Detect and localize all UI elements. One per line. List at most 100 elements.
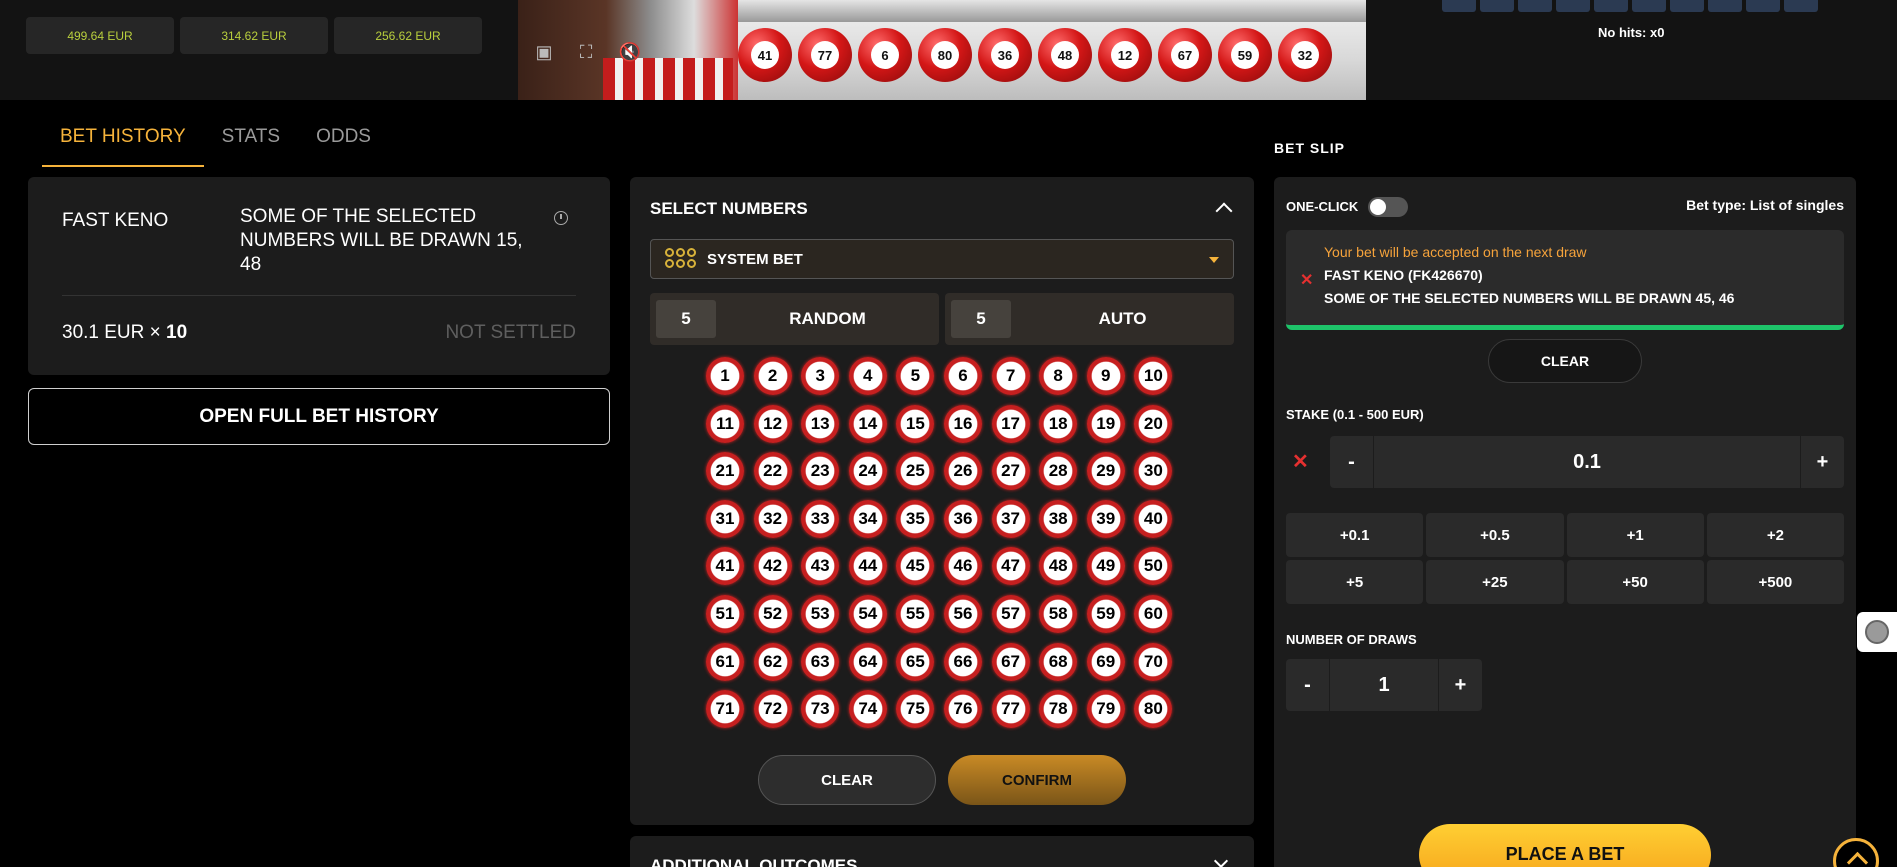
number-ball[interactable]: 71 bbox=[706, 690, 744, 729]
number-ball[interactable]: 39 bbox=[1086, 499, 1125, 538]
number-ball[interactable]: 75 bbox=[896, 690, 935, 729]
camera-switch-icon[interactable]: ▣ bbox=[532, 42, 556, 62]
quick-stake-button[interactable]: +2 bbox=[1706, 513, 1844, 557]
number-ball[interactable]: 67 bbox=[991, 642, 1030, 681]
clear-stake-icon[interactable]: ✕ bbox=[1292, 449, 1309, 474]
quick-stake-button[interactable]: +50 bbox=[1566, 560, 1704, 604]
number-ball[interactable]: 18 bbox=[1039, 404, 1078, 443]
number-ball[interactable]: 66 bbox=[943, 642, 982, 681]
stake-increase-button[interactable]: + bbox=[1800, 436, 1844, 488]
stake-input[interactable]: 0.1 bbox=[1374, 451, 1800, 474]
number-ball[interactable]: 22 bbox=[753, 452, 792, 491]
tab-bet-history[interactable]: BET HISTORY bbox=[42, 120, 204, 167]
number-ball[interactable]: 24 bbox=[848, 452, 887, 491]
number-ball[interactable]: 1 bbox=[706, 357, 744, 395]
number-ball[interactable]: 16 bbox=[943, 404, 982, 443]
number-ball[interactable]: 80 bbox=[1134, 690, 1173, 729]
number-ball[interactable]: 4 bbox=[848, 357, 887, 395]
random-button[interactable]: RANDOM bbox=[716, 309, 939, 329]
random-count[interactable]: 5 bbox=[656, 300, 716, 338]
number-ball[interactable]: 41 bbox=[706, 547, 744, 586]
number-ball[interactable]: 3 bbox=[801, 357, 840, 395]
number-ball[interactable]: 58 bbox=[1039, 594, 1078, 633]
stake-decrease-button[interactable]: - bbox=[1330, 436, 1374, 488]
chevron-up-icon[interactable] bbox=[1215, 202, 1233, 220]
auto-button[interactable]: AUTO bbox=[1011, 309, 1234, 329]
number-ball[interactable]: 70 bbox=[1134, 642, 1173, 681]
number-ball[interactable]: 2 bbox=[753, 357, 792, 395]
number-ball[interactable]: 11 bbox=[706, 404, 744, 443]
number-ball[interactable]: 20 bbox=[1134, 404, 1173, 443]
quick-stake-button[interactable]: +0.5 bbox=[1426, 513, 1564, 557]
chat-widget-icon[interactable] bbox=[1857, 612, 1897, 652]
number-ball[interactable]: 47 bbox=[991, 547, 1030, 586]
draws-input[interactable]: 1 bbox=[1330, 674, 1438, 697]
draws-increase-button[interactable]: + bbox=[1438, 659, 1482, 711]
number-ball[interactable]: 68 bbox=[1039, 642, 1078, 681]
number-ball[interactable]: 50 bbox=[1134, 547, 1173, 586]
number-ball[interactable]: 14 bbox=[848, 404, 887, 443]
clear-slip-button[interactable]: CLEAR bbox=[1488, 339, 1642, 383]
number-ball[interactable]: 72 bbox=[753, 690, 792, 729]
quick-stake-button[interactable]: +5 bbox=[1286, 560, 1424, 604]
quick-stake-button[interactable]: +25 bbox=[1426, 560, 1564, 604]
bet-mode-select[interactable]: SYSTEM BET bbox=[650, 239, 1234, 279]
number-ball[interactable]: 64 bbox=[848, 642, 887, 681]
number-ball[interactable]: 43 bbox=[801, 547, 840, 586]
number-ball[interactable]: 26 bbox=[943, 452, 982, 491]
number-ball[interactable]: 35 bbox=[896, 499, 935, 538]
number-ball[interactable]: 23 bbox=[801, 452, 840, 491]
auto-picker[interactable]: 5 AUTO bbox=[945, 293, 1234, 345]
chevron-down-icon[interactable] bbox=[1213, 853, 1229, 867]
number-ball[interactable]: 63 bbox=[801, 642, 840, 681]
quick-stake-button[interactable]: +500 bbox=[1706, 560, 1844, 604]
additional-outcomes-panel[interactable]: ADDITIONAL OUTCOMES bbox=[630, 836, 1254, 867]
number-ball[interactable]: 27 bbox=[991, 452, 1030, 491]
number-ball[interactable]: 44 bbox=[848, 547, 887, 586]
number-ball[interactable]: 76 bbox=[943, 690, 982, 729]
number-ball[interactable]: 5 bbox=[896, 357, 935, 395]
quick-stake-button[interactable]: +1 bbox=[1566, 513, 1704, 557]
number-ball[interactable]: 57 bbox=[991, 594, 1030, 633]
number-ball[interactable]: 52 bbox=[753, 594, 792, 633]
number-ball[interactable]: 10 bbox=[1134, 357, 1173, 395]
one-click-toggle[interactable] bbox=[1368, 197, 1408, 217]
number-ball[interactable]: 19 bbox=[1086, 404, 1125, 443]
number-ball[interactable]: 69 bbox=[1086, 642, 1125, 681]
number-ball[interactable]: 31 bbox=[706, 499, 744, 538]
number-ball[interactable]: 60 bbox=[1134, 594, 1173, 633]
number-ball[interactable]: 34 bbox=[848, 499, 887, 538]
number-ball[interactable]: 65 bbox=[896, 642, 935, 681]
open-full-history-button[interactable]: OPEN FULL BET HISTORY bbox=[28, 388, 610, 445]
number-ball[interactable]: 59 bbox=[1086, 594, 1125, 633]
number-ball[interactable]: 7 bbox=[991, 357, 1030, 395]
number-ball[interactable]: 17 bbox=[991, 404, 1030, 443]
number-ball[interactable]: 51 bbox=[706, 594, 744, 633]
number-ball[interactable]: 48 bbox=[1039, 547, 1078, 586]
mute-icon[interactable]: 🔇 bbox=[618, 42, 642, 62]
place-bet-button[interactable]: PLACE A BET bbox=[1419, 824, 1711, 867]
number-ball[interactable]: 15 bbox=[896, 404, 935, 443]
number-ball[interactable]: 38 bbox=[1039, 499, 1078, 538]
number-ball[interactable]: 61 bbox=[706, 642, 744, 681]
number-ball[interactable]: 37 bbox=[991, 499, 1030, 538]
auto-count[interactable]: 5 bbox=[951, 300, 1011, 338]
remove-bet-icon[interactable]: ✕ bbox=[1300, 270, 1313, 290]
number-ball[interactable]: 42 bbox=[753, 547, 792, 586]
number-ball[interactable]: 13 bbox=[801, 404, 840, 443]
clear-selection-button[interactable]: CLEAR bbox=[758, 755, 936, 805]
number-ball[interactable]: 73 bbox=[801, 690, 840, 729]
number-ball[interactable]: 74 bbox=[848, 690, 887, 729]
tab-stats[interactable]: STATS bbox=[204, 120, 298, 167]
number-ball[interactable]: 32 bbox=[753, 499, 792, 538]
tab-odds[interactable]: ODDS bbox=[298, 120, 389, 167]
number-ball[interactable]: 45 bbox=[896, 547, 935, 586]
number-ball[interactable]: 54 bbox=[848, 594, 887, 633]
number-ball[interactable]: 33 bbox=[801, 499, 840, 538]
number-ball[interactable]: 25 bbox=[896, 452, 935, 491]
fullscreen-icon[interactable]: ⛶ bbox=[574, 42, 598, 62]
number-ball[interactable]: 56 bbox=[943, 594, 982, 633]
random-picker[interactable]: 5 RANDOM bbox=[650, 293, 939, 345]
number-ball[interactable]: 53 bbox=[801, 594, 840, 633]
number-ball[interactable]: 49 bbox=[1086, 547, 1125, 586]
